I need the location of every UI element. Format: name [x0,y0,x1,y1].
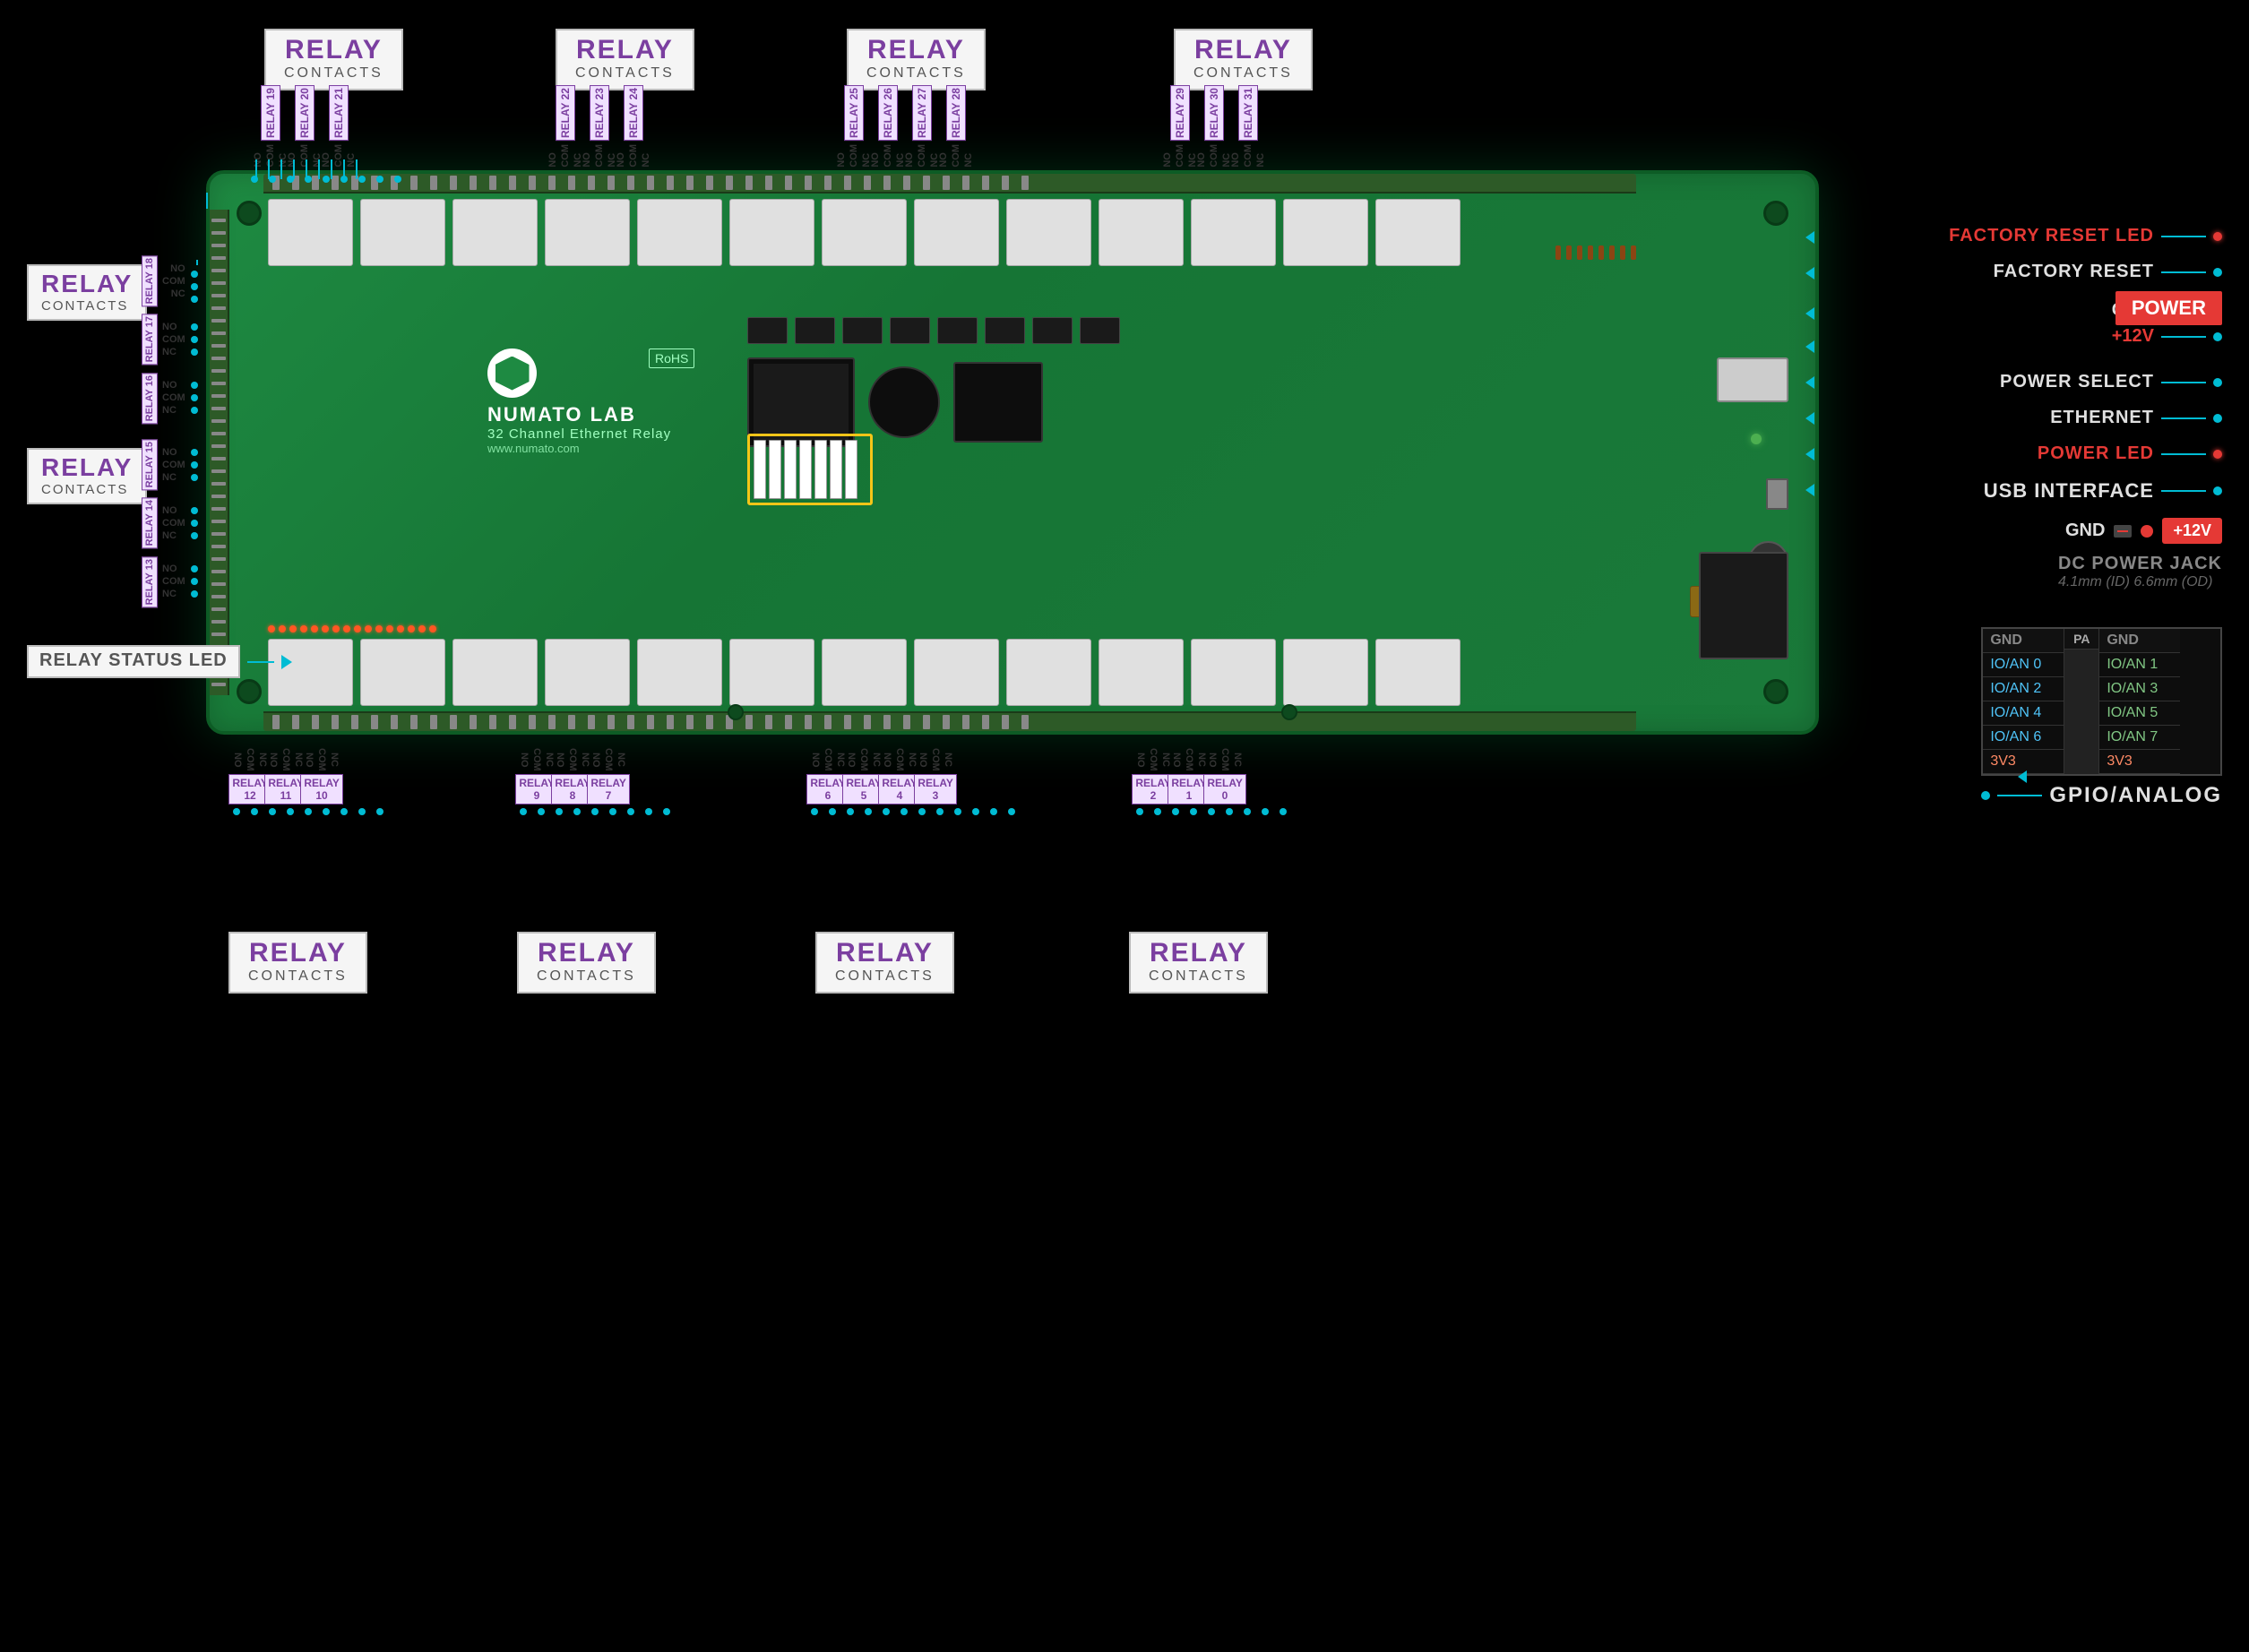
arrow-power-select [1805,376,1814,389]
left-relay-sub-2: CONTACTS [41,482,133,497]
power-badge: POWER [2115,291,2222,325]
board-website: www.numato.com [487,442,671,455]
board-title-line1: NUMATO LAB [487,403,671,426]
bottom-relay-group-2: NO COM NC RELAY 9 NO COM NC RELAY 8 NO C… [520,748,670,838]
gpio-analog-label: GPIO/ANALOG [2049,783,2222,808]
power-group-label: GND POWER +12V [2112,300,2222,347]
factory-reset-label: FACTORY RESET [1994,262,2222,282]
top-terminal-strip [263,174,1636,194]
left-relay-group-1-label: RELAY CONTACTS [27,264,147,321]
left-relay-title-1: RELAY [41,270,133,298]
left-pins-group-1: RELAY 18 NO COM NC RELAY 17 NO COM NC RE… [142,255,198,424]
usb-interface-label: USB INTERFACE [1984,479,2222,503]
board-logo: NUMATO LAB 32 Channel Ethernet Relay www… [487,348,671,455]
arrow-power-led [1805,448,1814,460]
relay-row-bottom [268,639,1461,706]
relay-status-leds-area [268,625,436,632]
factory-reset-led-label: FACTORY RESET LED [1949,226,2222,246]
top-pins-dots-1 [251,176,401,183]
top-relay-contacts-1: CONTACTS [284,65,383,82]
right-components [1618,228,1788,677]
bottom-relay-contacts-3: RELAY CONTACTS [815,932,954,994]
top-relay-title-4: RELAY [1193,35,1293,65]
arrow-factory-reset-led [1805,231,1814,244]
top-relay-group-2: RELAY CONTACTS [556,29,694,90]
bottom-relay-group-3: NO COM NC RELAY 6 NO COM NC RELAY 5 NO C… [811,748,1015,838]
arrow-factory-reset [1805,267,1814,280]
top-relay-pins-3: RELAY 25 NO COM NC RELAY 26 NO COM NC RE… [837,85,973,168]
rohs-label: RoHS [649,348,694,368]
dc-power-line: GND +12V [2065,518,2222,544]
relay-status-led-label: RELAY STATUS LED [27,645,292,678]
arrow-gnd [1805,307,1814,320]
arrow-ethernet [1805,412,1814,425]
left-relay-sub-1: CONTACTS [41,298,133,314]
top-relay-group-3: RELAY CONTACTS [847,29,986,90]
left-relay-title-2: RELAY [41,453,133,482]
relay-row-top [268,199,1461,266]
bottom-relay-group-4: NO COM NC RELAY 2 NO COM NC RELAY 1 NO C… [1136,748,1287,838]
left-relay-group-2-label: RELAY CONTACTS [27,448,147,504]
left-connector-lines [204,193,208,209]
bottom-relay-contacts-4: RELAY CONTACTS [1129,932,1268,994]
main-chip-area [747,317,1600,588]
top-relay-pins-2: RELAY 22 NO COM NC RELAY 23 NO COM NC RE… [548,85,651,168]
power-select-label: POWER SELECT [2000,372,2222,392]
top-relay-pins-1: RELAY 19 NO COM NC RELAY 20 NO COM NC RE… [254,85,356,168]
top-relay-pins-4: RELAY 29 NO COM NC RELAY 30 NO COM NC RE… [1163,85,1265,168]
top-relay-group-4: RELAY CONTACTS [1174,29,1313,90]
left-pins-group-2: RELAY 15 NO COM NC RELAY 14 NO COM NC RE… [142,439,198,607]
top-relay-title-2: RELAY [575,35,675,65]
top-relay-contacts-4: CONTACTS [1193,65,1293,82]
bottom-relay-group-1: NO COM NC RELAY 12 NO COM NC RELAY 11 NO… [233,748,383,838]
arrow-gpio [2018,770,2027,783]
bottom-relay-contacts-2: RELAY CONTACTS [517,932,656,994]
dc-power-jack-label: DC POWER JACK 4.1mm (ID) 6.6mm (OD) [2058,554,2222,590]
board-title-line2: 32 Channel Ethernet Relay [487,426,671,442]
left-terminal-strip [210,210,229,695]
arrow-12v [1805,340,1814,353]
pcb-board: NUMATO LAB 32 Channel Ethernet Relay www… [206,170,1819,735]
top-relay-title-3: RELAY [866,35,966,65]
ethernet-label: ETHERNET [2050,408,2222,428]
top-relay-group-1: RELAY CONTACTS [264,29,403,90]
top-relay-contacts-2: CONTACTS [575,65,675,82]
top-relay-contacts-3: CONTACTS [866,65,966,82]
bottom-relay-contacts-1: RELAY CONTACTS [228,932,367,994]
power-led-label: POWER LED [2038,443,2222,464]
arrow-usb [1805,484,1814,496]
top-relay-title-1: RELAY [284,35,383,65]
